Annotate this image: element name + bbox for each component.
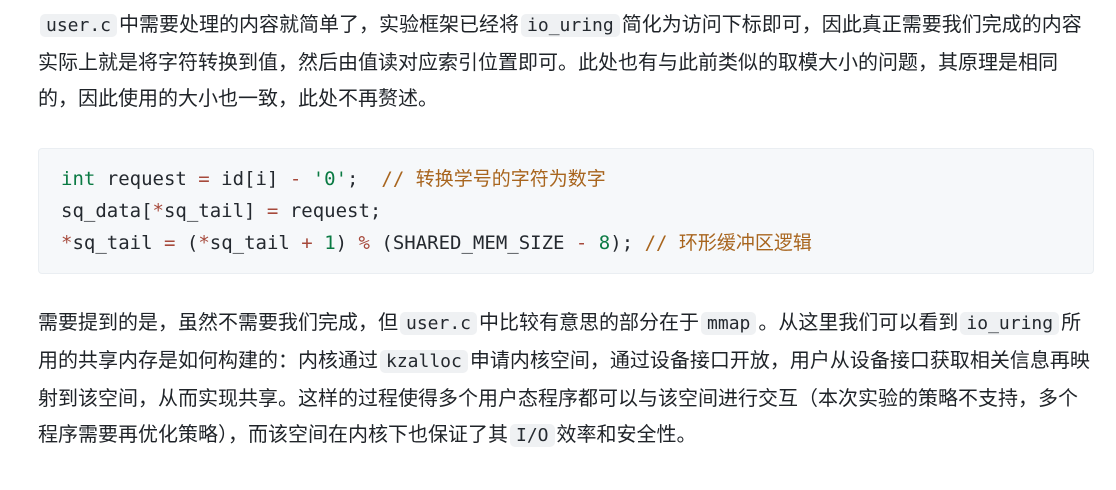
code-operator: - <box>289 168 302 190</box>
code-line-3: *sq_tail = (*sq_tail + 1) % (SHARED_MEM_… <box>61 227 1071 259</box>
code-token: sq_data[ <box>61 200 153 222</box>
code-operator: * <box>152 200 164 222</box>
code-token: (SHARED_MEM_SIZE <box>369 232 576 254</box>
paragraph-mmap: 需要提到的是，虽然不需要我们完成，但 user.c 中比较有意思的部分在于 mmap。… <box>38 304 1094 454</box>
code-operator: % <box>358 232 370 254</box>
paragraph-intro: user.c 中需要处理的内容就简单了，实验框架已经将 io_uring 简化为访问下… <box>38 6 1094 116</box>
inline-code-user-c: user.c <box>400 312 478 335</box>
code-operator: * <box>61 232 73 254</box>
document-page: user.c 中需要处理的内容就简单了，实验框架已经将 io_uring 简化为访问下… <box>0 0 1116 490</box>
code-number: 1 <box>324 232 336 254</box>
paragraph-text: 中比较有意思的部分在于 <box>479 310 700 334</box>
inline-code-io-uring: io_uring <box>521 14 620 37</box>
code-token: ); <box>610 232 645 254</box>
code-line-1: int request = id[i] - '0'; // 转换学号的字符为数字 <box>61 163 1071 195</box>
code-token: sq_tail <box>72 232 164 254</box>
code-token: request; <box>278 200 382 222</box>
inline-code-io-uring: io_uring <box>960 312 1060 335</box>
paragraph-text: 中需要处理的内容就简单了，实验框架已经将 <box>119 12 520 36</box>
inline-code-mmap: mmap <box>701 312 757 335</box>
code-token: sq_tail] <box>163 200 267 222</box>
inline-code-io: I/O <box>510 424 555 447</box>
code-number: 8 <box>598 232 611 254</box>
code-block: int request = id[i] - '0'; // 转换学号的字符为数字… <box>38 148 1094 274</box>
code-token: ; <box>347 168 382 190</box>
code-operator: = <box>163 232 176 254</box>
inline-code-user-c: user.c <box>40 14 118 37</box>
code-operator: + <box>301 232 313 254</box>
code-token: request <box>95 168 199 190</box>
code-token: id[i] <box>209 168 290 190</box>
code-token: ) <box>335 232 359 254</box>
code-keyword: int <box>61 168 96 190</box>
code-operator: * <box>198 232 210 254</box>
paragraph-text: 。从这里我们可以看到 <box>758 310 959 334</box>
code-string: '0' <box>312 168 348 190</box>
code-comment: // 转换学号的字符为数字 <box>381 168 606 190</box>
inline-code-kzalloc: kzalloc <box>380 350 468 373</box>
paragraph-text: 效率和安全性。 <box>556 422 697 446</box>
code-operator: - <box>575 232 588 254</box>
paragraph-text: 需要提到的是，虽然不需要我们完成，但 <box>38 310 398 334</box>
code-token: sq_tail <box>209 232 302 254</box>
code-operator: = <box>198 168 210 190</box>
code-token: ( <box>175 232 199 254</box>
code-comment: // 环形缓冲区逻辑 <box>644 232 812 254</box>
code-operator: = <box>266 200 279 222</box>
code-line-2: sq_data[*sq_tail] = request; <box>61 195 1071 227</box>
